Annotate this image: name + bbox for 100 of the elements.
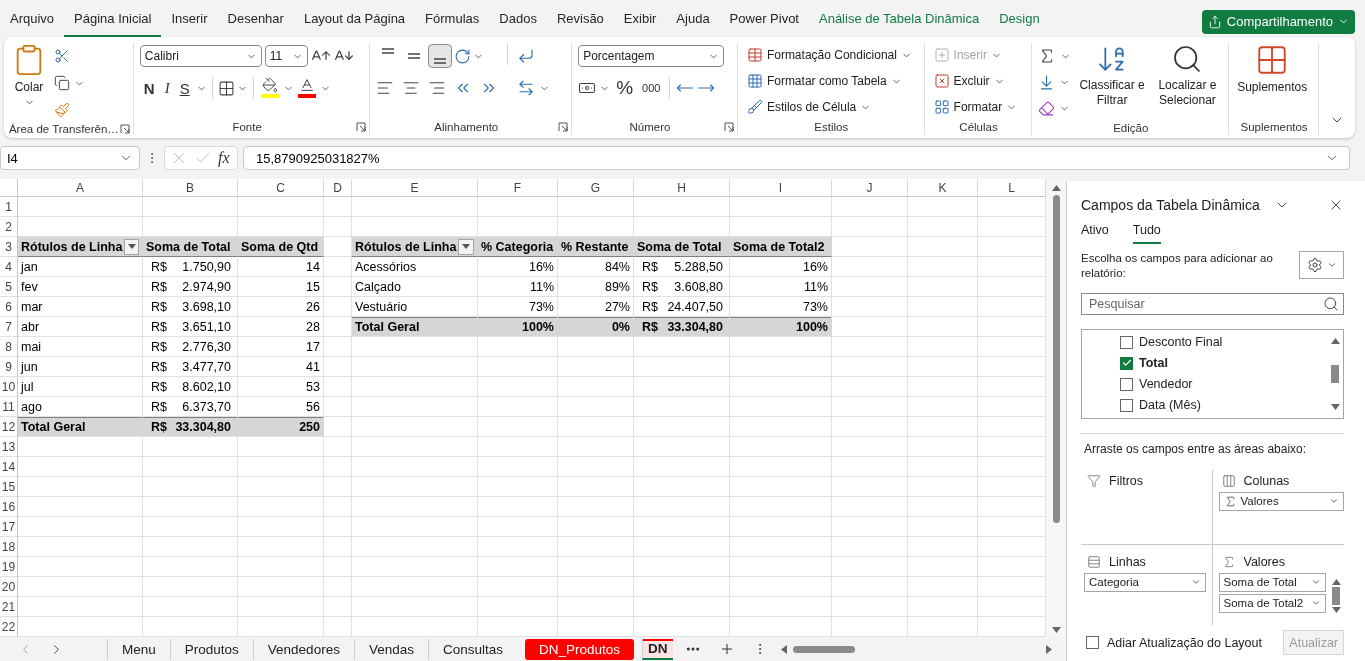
column-header: A [18, 179, 143, 197]
paintbrush-icon[interactable] [54, 102, 70, 118]
add-ins-button[interactable]: Suplementos [1235, 43, 1310, 94]
fill-color-icon[interactable] [258, 77, 281, 99]
ribbon-tab[interactable]: Revisão [546, 5, 614, 37]
font-size-dropdown[interactable]: 11 [264, 45, 308, 67]
scrollbar-thumb[interactable] [792, 645, 855, 653]
sheet-tab[interactable]: Menu [107, 638, 170, 660]
sheet-tab[interactable]: DN [642, 638, 673, 660]
table-cell: R$ 3.477,70 [143, 357, 238, 377]
merge-cells-icon[interactable] [517, 79, 536, 97]
ribbon-tab[interactable]: Power Pivot [719, 5, 809, 37]
scroll-up-arrow[interactable] [1330, 337, 1340, 344]
delete-button[interactable]: Excluir [930, 69, 1021, 93]
checkbox[interactable] [1120, 398, 1133, 412]
italic-button[interactable]: I [160, 76, 174, 100]
dialog-launcher-icon[interactable] [558, 122, 569, 132]
ribbon-tab[interactable]: Dados [489, 5, 547, 37]
checkbox[interactable] [1086, 636, 1099, 650]
sheet-tab[interactable]: Vendas [353, 638, 428, 660]
cell-button[interactable]: Estilos de Célula [743, 95, 915, 119]
borders-icon[interactable] [217, 79, 235, 97]
field-chip[interactable]: Soma de Total [1218, 572, 1326, 592]
filter-button[interactable] [124, 238, 139, 255]
scroll-right-arrow[interactable] [1046, 644, 1052, 654]
sheet-tab[interactable]: Consultas [427, 638, 517, 660]
checkbox[interactable] [1120, 335, 1133, 349]
scroll-down-arrow[interactable] [1331, 606, 1341, 613]
ribbon-tab[interactable]: Exibir [613, 5, 667, 37]
scroll-up-arrow[interactable] [1331, 578, 1341, 585]
align-right-icon[interactable] [428, 79, 447, 97]
field-chip[interactable]: Valores [1218, 491, 1344, 511]
copy-icon[interactable] [54, 75, 70, 91]
scroll-left-arrow[interactable] [780, 644, 787, 654]
format-button[interactable]: Formatar [930, 95, 1021, 119]
insert-function-button[interactable]: fx [218, 149, 230, 167]
formula-field[interactable]: 15,8790925031827% [243, 146, 1350, 170]
row-number: 5 [0, 277, 18, 297]
field-chip[interactable]: Categoria [1084, 572, 1206, 592]
dialog-launcher-icon[interactable] [356, 122, 367, 132]
caret-icon [127, 244, 136, 249]
scrollbar-thumb[interactable] [1331, 364, 1339, 383]
sheet-tab[interactable]: Vendedores [252, 638, 354, 660]
scroll-down-arrow[interactable] [1330, 403, 1340, 410]
scissors-icon[interactable] [54, 48, 70, 64]
sheet-tab[interactable]: DN_Produtos [525, 638, 635, 660]
search-field[interactable]: Pesquisar [1081, 292, 1344, 315]
orientation-icon[interactable] [454, 47, 472, 65]
find-select-button[interactable]: Localizar e Selecionar [1152, 43, 1223, 108]
empty-cell [908, 337, 978, 357]
scrollbar-thumb[interactable] [1332, 586, 1340, 605]
row-number: 6 [0, 297, 18, 317]
ribbon-tab[interactable]: Arquivo [0, 5, 65, 37]
empty-cell [908, 577, 978, 597]
ribbon-tab[interactable]: Layout da Página [293, 5, 416, 37]
ribbon-tab[interactable]: Fórmulas [415, 5, 490, 37]
share-button[interactable]: Compartilhamento [1201, 9, 1355, 34]
thousands-separator-button[interactable]: 000 [639, 76, 664, 100]
empty-cell [324, 537, 352, 557]
scrollbar-thumb[interactable] [1052, 195, 1060, 523]
header-cell: % Restante [558, 237, 634, 257]
pane-tab[interactable]: Ativo [1081, 222, 1109, 244]
paste-button[interactable]: Colar [10, 43, 48, 108]
number-format-dropdown[interactable]: Porcentagem [578, 45, 725, 67]
ribbon-tab[interactable]: Desenhar [217, 5, 294, 37]
ribbon-tab[interactable]: Ajuda [666, 5, 720, 37]
align-center-icon[interactable] [402, 79, 421, 97]
dialog-launcher-icon[interactable] [119, 124, 130, 134]
ribbon-tab[interactable]: Inserir [161, 5, 218, 37]
font-name-dropdown[interactable]: Calibri [139, 45, 262, 67]
table-cell: Acessórios [352, 257, 478, 277]
vertical-align-icon[interactable] [428, 44, 453, 68]
settings-button[interactable] [1299, 250, 1344, 279]
scroll-up-arrow[interactable] [1051, 185, 1061, 191]
sheet-tab[interactable]: Produtos [169, 638, 253, 660]
ribbon-tab[interactable]: Análise de Tabela Dinâmica [809, 5, 990, 37]
pane-tab[interactable]: Tudo [1132, 222, 1161, 244]
underline-button[interactable]: S [175, 76, 194, 100]
field-chip[interactable]: Soma de Total2 [1218, 593, 1326, 613]
eraser-icon[interactable] [1038, 99, 1056, 117]
bold-button[interactable]: N [139, 76, 159, 100]
column-label: Rótulos de Linha [355, 239, 457, 254]
table-cell: 11% [478, 277, 558, 297]
columns-area-icon [1221, 473, 1236, 488]
conditional-button[interactable]: Formatação Condicional [743, 43, 915, 67]
sort-filter-button[interactable]: Classificar e Filtrar [1077, 43, 1147, 108]
table-button[interactable]: Formatar como Tabela [743, 69, 915, 93]
scroll-down-arrow[interactable] [1051, 627, 1061, 633]
align-left-icon[interactable] [376, 79, 395, 97]
wrap-text-icon[interactable] [517, 47, 536, 65]
name-box[interactable]: I4 [0, 146, 140, 170]
percent-style-button[interactable]: % [613, 76, 637, 100]
checkbox[interactable] [1120, 356, 1133, 370]
checkbox[interactable] [1120, 377, 1133, 391]
ribbon-tab[interactable]: Design [989, 5, 1050, 37]
dialog-launcher-icon[interactable] [723, 122, 734, 132]
font-color-icon[interactable] [295, 77, 318, 99]
column-header: I [730, 179, 832, 197]
search-icon [1323, 295, 1339, 312]
filter-button[interactable] [458, 238, 474, 255]
